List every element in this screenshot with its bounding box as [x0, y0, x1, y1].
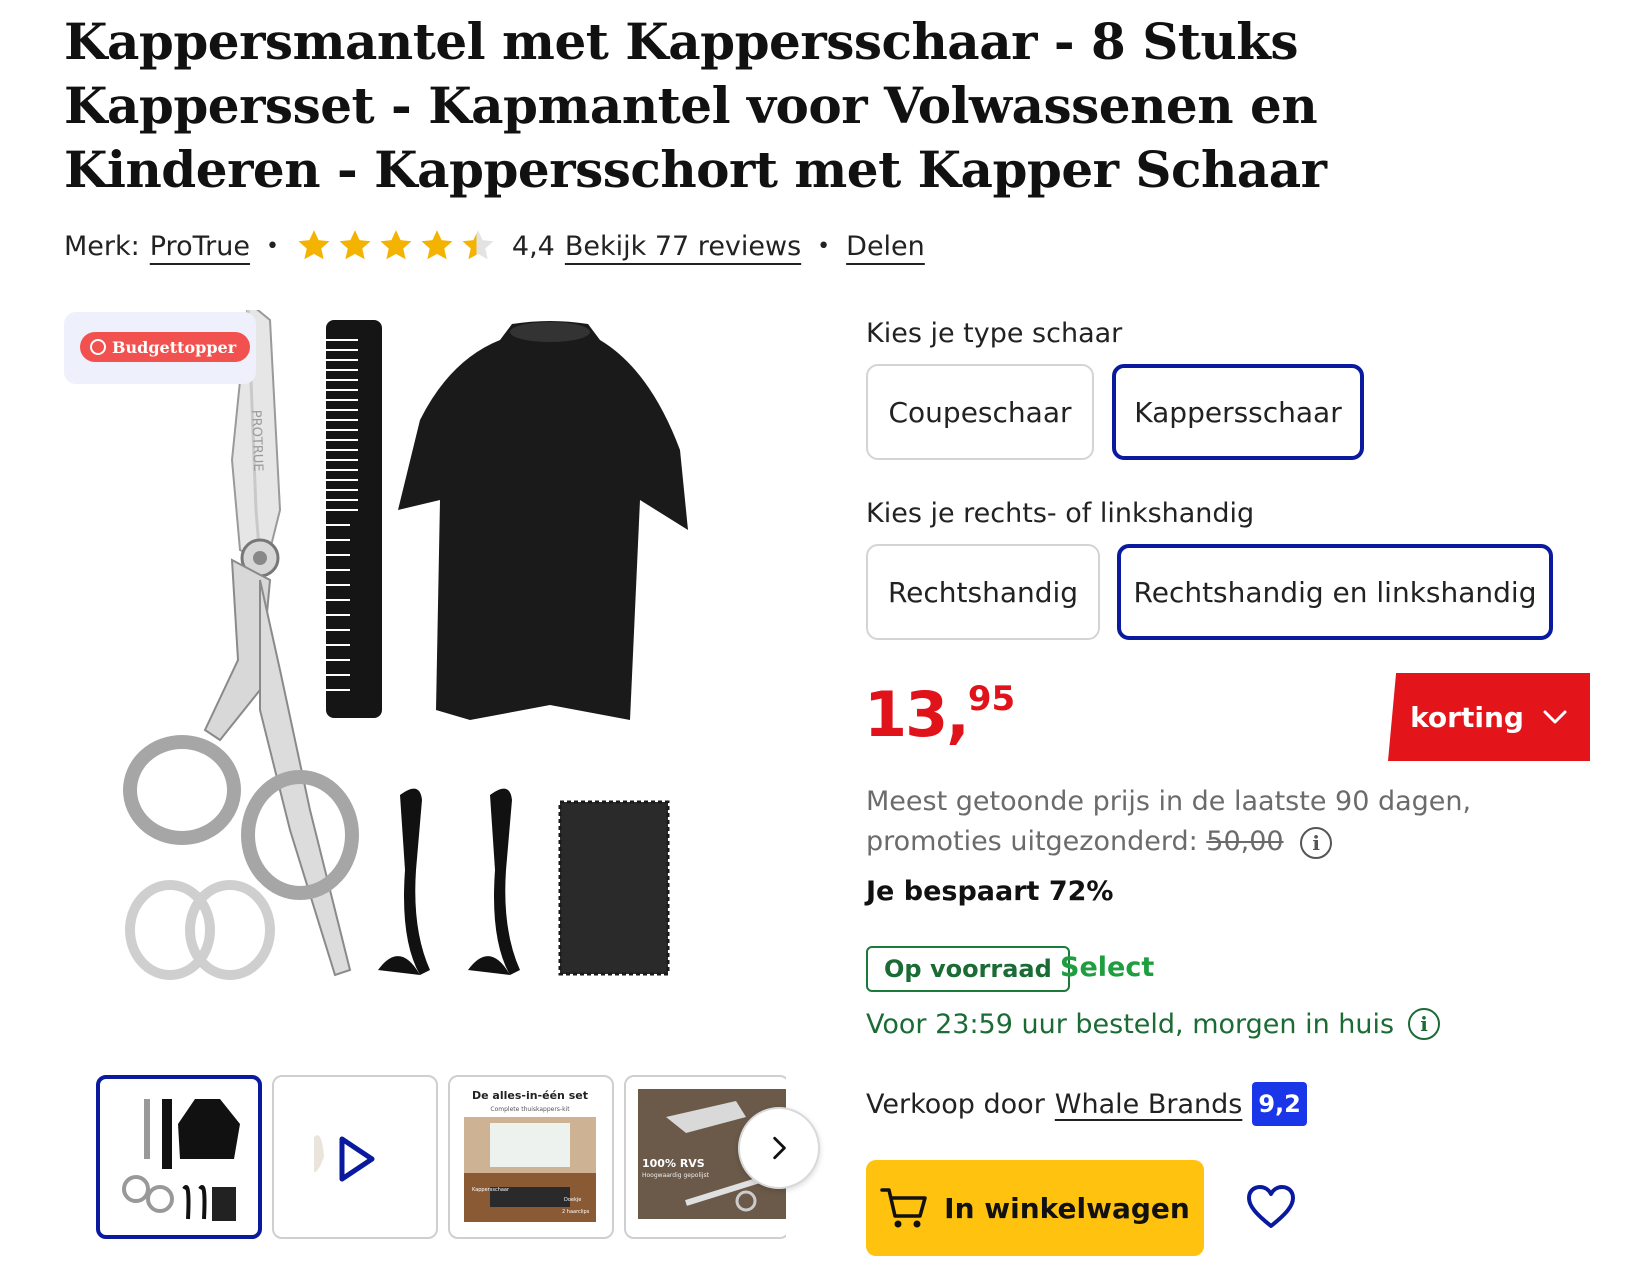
- korting-label: korting: [1410, 700, 1524, 734]
- thumbnail-strip: De alles-in-één set Complete thuiskapper…: [96, 1075, 786, 1245]
- option-rechtshandig[interactable]: Rechtshandig: [866, 544, 1100, 640]
- reference-price: 50,00: [1206, 826, 1284, 857]
- star-icon: [421, 230, 453, 260]
- seller-score-badge: 9,2: [1252, 1082, 1307, 1126]
- star-icon: [298, 230, 330, 260]
- rating-value: 4,4: [511, 230, 555, 262]
- option-coupeschaar[interactable]: Coupeschaar: [866, 364, 1094, 460]
- info-icon[interactable]: i: [1300, 826, 1333, 859]
- seller-label: Verkoop door: [866, 1088, 1045, 1120]
- delivery-info: Voor 23:59 uur besteld, morgen in huis i: [866, 1008, 1441, 1040]
- badge-icon: [90, 339, 106, 355]
- reviews-link[interactable]: Bekijk 77 reviews: [565, 231, 801, 262]
- product-meta: Merk: ProTrue • 4,4 Bekijk 77 reviews • …: [64, 226, 925, 266]
- chevron-right-icon: [773, 1136, 786, 1160]
- reference-price-text: Meest getoonde prijs in de laatste 90 da…: [866, 786, 1472, 857]
- price: 13,95: [864, 678, 1016, 751]
- korting-button[interactable]: korting: [1388, 673, 1590, 761]
- seller-info: Verkoop door Whale Brands 9,2: [866, 1082, 1307, 1126]
- savings-text: Je bespaart 72%: [866, 876, 1114, 907]
- thumbnail-main-image[interactable]: [96, 1075, 262, 1239]
- handedness-label: Kies je rechts- of linkshandig: [866, 498, 1255, 529]
- star-half-icon: [462, 230, 494, 260]
- brand-label: Merk:: [64, 230, 140, 262]
- chevron-down-icon: [1543, 710, 1567, 724]
- product-title: Kappersmantel met Kappersschaar - 8 Stuk…: [64, 12, 1327, 199]
- separator-dot: •: [817, 233, 831, 259]
- option-kappersschaar[interactable]: Kappersschaar: [1112, 364, 1364, 460]
- thumbnail-set-overview[interactable]: De alles-in-één set Complete thuiskapper…: [448, 1075, 614, 1239]
- price-integer: 13: [864, 678, 948, 751]
- star-icon: [339, 230, 371, 260]
- thumbnail-title: 100% RVS: [642, 1157, 705, 1170]
- delivery-text: Voor 23:59 uur besteld, morgen in huis: [866, 1008, 1395, 1040]
- thumbnail-title: De alles-in-één set: [472, 1089, 588, 1102]
- thumbnail-subtitle: Complete thuiskappers-kit: [490, 1106, 570, 1113]
- separator-dot: •: [265, 233, 279, 259]
- product-image[interactable]: PROTRUE: [120, 310, 740, 1035]
- seller-link[interactable]: Whale Brands: [1055, 1089, 1243, 1120]
- play-icon: [339, 1136, 375, 1182]
- thumbnail-label: 2 haarclips: [562, 1209, 590, 1215]
- wishlist-heart-icon[interactable]: [1246, 1184, 1296, 1230]
- stock-badge: Op voorraad: [866, 946, 1070, 992]
- carousel-next-button[interactable]: [738, 1107, 820, 1189]
- thumbnail-label: Doekje: [564, 1197, 581, 1203]
- add-to-cart-button[interactable]: In winkelwagen: [866, 1160, 1204, 1256]
- star-icon: [380, 230, 412, 260]
- select-label[interactable]: Select: [1060, 952, 1154, 983]
- thumbnail-label: Kappersschaar: [472, 1187, 510, 1193]
- info-icon[interactable]: i: [1408, 1008, 1441, 1040]
- share-link[interactable]: Delen: [846, 231, 925, 262]
- rating-stars[interactable]: [295, 227, 500, 265]
- reference-price-note: Meest getoonde prijs in de laatste 90 da…: [866, 782, 1506, 862]
- cart-icon: [880, 1188, 927, 1228]
- scissors-brand-text: PROTRUE: [248, 410, 265, 472]
- badge-container: Budgettopper: [64, 312, 256, 384]
- price-decimals: 95: [967, 679, 1016, 719]
- scissors-type-label: Kies je type schaar: [866, 318, 1123, 349]
- budgettopper-badge: Budgettopper: [80, 332, 251, 362]
- badge-label: Budgettopper: [112, 337, 237, 357]
- option-rechts-en-linkshandig[interactable]: Rechtshandig en linkshandig: [1117, 544, 1553, 640]
- thumbnail-subtitle: Hoogwaardig gepolijst: [642, 1172, 710, 1179]
- add-to-cart-label: In winkelwagen: [944, 1191, 1190, 1225]
- brand-link[interactable]: ProTrue: [150, 231, 250, 262]
- thumbnail-video[interactable]: [272, 1075, 438, 1239]
